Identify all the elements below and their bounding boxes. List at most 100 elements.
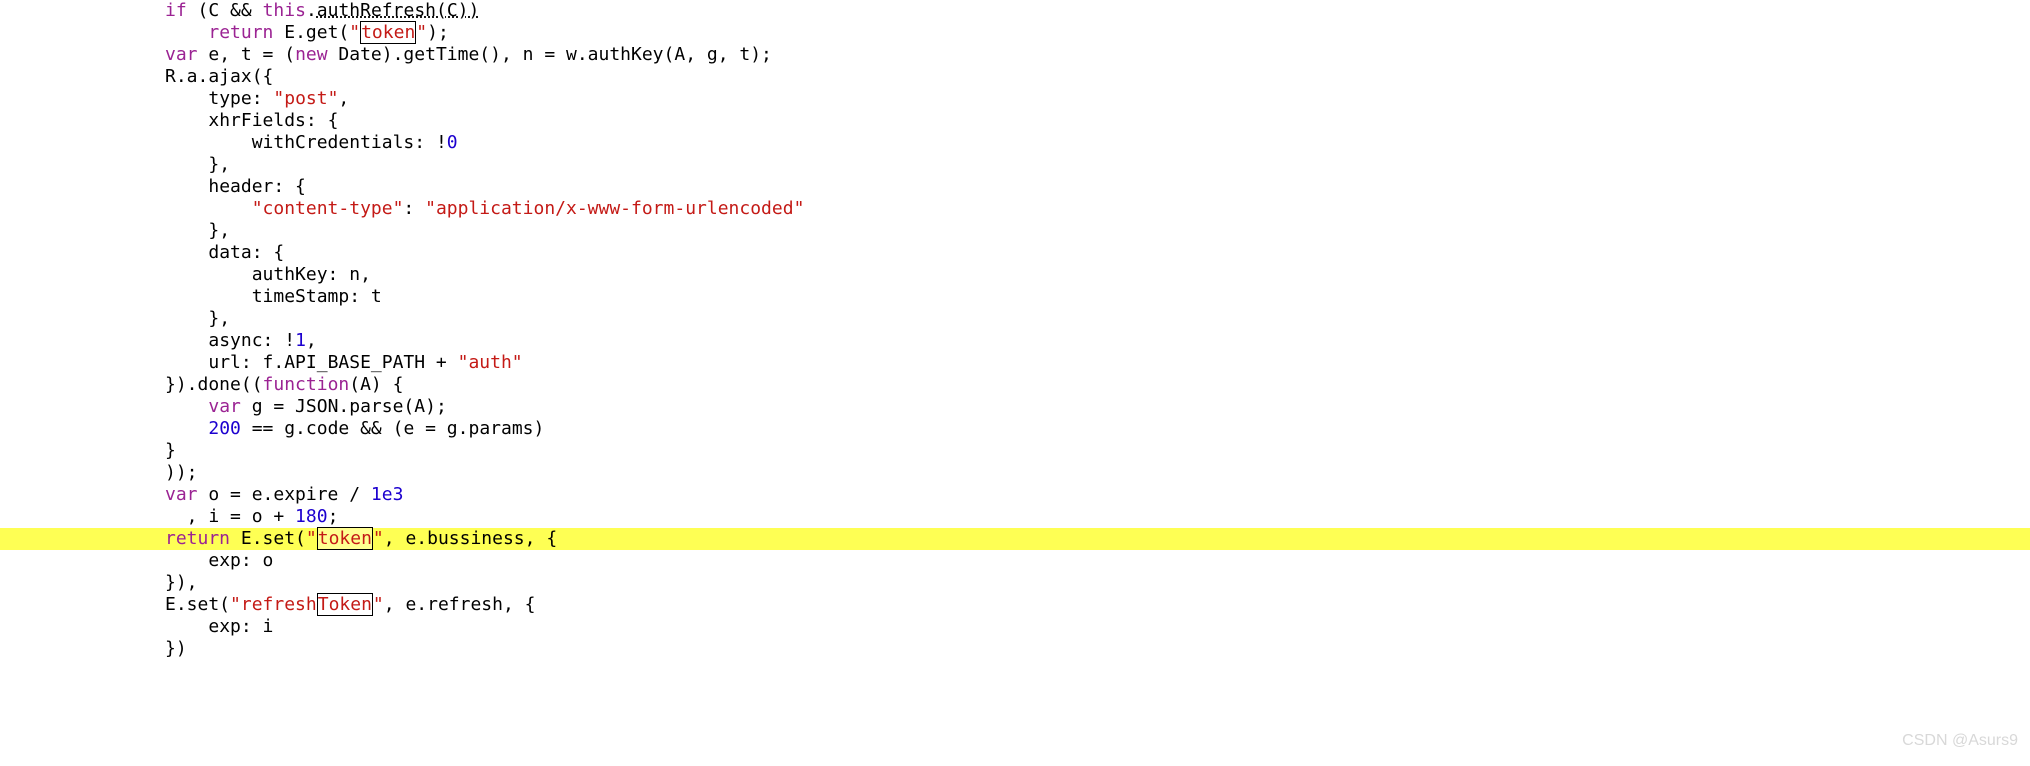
token-pname: exp: o bbox=[208, 550, 273, 571]
token-op: o = e.expire / bbox=[198, 484, 371, 505]
code-line: header: { bbox=[0, 176, 2030, 198]
token-kw: if bbox=[165, 0, 187, 21]
token-kw: function bbox=[263, 374, 350, 395]
code-line: }) bbox=[0, 638, 2030, 660]
token-op: , i = o + bbox=[165, 506, 295, 527]
token-kw: this bbox=[263, 0, 306, 21]
token-op: ; bbox=[328, 506, 339, 527]
token-num: 0 bbox=[447, 132, 458, 153]
token-str: " bbox=[416, 22, 427, 43]
code-line: }, bbox=[0, 220, 2030, 242]
token-op: g = JSON.parse(A); bbox=[241, 396, 447, 417]
token-str: "refresh bbox=[230, 594, 317, 615]
code-line: url: f.API_BASE_PATH + "auth" bbox=[0, 352, 2030, 374]
code-line: xhrFields: { bbox=[0, 110, 2030, 132]
token-op: }), bbox=[165, 572, 198, 593]
code-line: }, bbox=[0, 154, 2030, 176]
code-line: return E.get("token"); bbox=[0, 22, 2030, 44]
code-line: async: !1, bbox=[0, 330, 2030, 352]
token-pname: header: { bbox=[208, 176, 306, 197]
token-pname: exp: i bbox=[208, 616, 273, 637]
token-op: }, bbox=[208, 220, 230, 241]
token-pname: xhrFields: { bbox=[208, 110, 338, 131]
token-op: }, bbox=[208, 154, 230, 175]
token-str: "application/x-www-form-urlencoded" bbox=[425, 198, 804, 219]
code-line: "content-type": "application/x-www-form-… bbox=[0, 198, 2030, 220]
token-str: "content-type" bbox=[252, 198, 404, 219]
token-op: ! bbox=[284, 330, 295, 351]
token-op: }) bbox=[165, 638, 187, 659]
token-op: : bbox=[403, 198, 425, 219]
token-str: " bbox=[349, 22, 360, 43]
code-line: withCredentials: !0 bbox=[0, 132, 2030, 154]
token-str: " bbox=[373, 528, 384, 549]
token-str: "auth" bbox=[458, 352, 523, 373]
token-pname: withCredentials: bbox=[252, 132, 436, 153]
token-op: E.set( bbox=[230, 528, 306, 549]
code-line: , i = o + 180; bbox=[0, 506, 2030, 528]
token-kw: return bbox=[208, 22, 273, 43]
code-line: return E.set("token", e.bussiness, { bbox=[0, 528, 2030, 550]
token-str: "post" bbox=[273, 88, 338, 109]
token-op: (e = g.params) bbox=[382, 418, 545, 439]
token-num: 180 bbox=[295, 506, 328, 527]
token-str: " bbox=[373, 594, 384, 615]
code-line: }, bbox=[0, 308, 2030, 330]
token-num: 200 bbox=[208, 418, 241, 439]
token-op: E.set( bbox=[165, 594, 230, 615]
code-line: exp: i bbox=[0, 616, 2030, 638]
code-line: 200 == g.code && (e = g.params) bbox=[0, 418, 2030, 440]
token-op: (A) { bbox=[349, 374, 403, 395]
code-line: timeStamp: t bbox=[0, 286, 2030, 308]
token-pname: data: { bbox=[208, 242, 284, 263]
code-line: } bbox=[0, 440, 2030, 462]
token-box: token bbox=[360, 21, 416, 44]
token-op: && bbox=[230, 0, 252, 21]
code-line: exp: o bbox=[0, 550, 2030, 572]
token-op: E.get( bbox=[273, 22, 349, 43]
token-op: , e.bussiness, { bbox=[384, 528, 557, 549]
code-line: authKey: n, bbox=[0, 264, 2030, 286]
token-op: && bbox=[360, 418, 382, 439]
token-num: 1 bbox=[295, 330, 306, 351]
token-box-hl: token bbox=[317, 527, 373, 550]
code-line: R.a.ajax({ bbox=[0, 66, 2030, 88]
token-op: Date).getTime(), n = w.authKey(A, g, t); bbox=[328, 44, 772, 65]
token-op: . bbox=[306, 0, 317, 21]
code-line: type: "post", bbox=[0, 88, 2030, 110]
token-pname: type: bbox=[208, 88, 273, 109]
watermark: CSDN @Asurs9 bbox=[1902, 730, 2018, 752]
code-line: var g = JSON.parse(A); bbox=[0, 396, 2030, 418]
code-block: if (C && this.authRefresh(C)) return E.g… bbox=[0, 0, 2030, 660]
token-pname: authKey: n, bbox=[252, 264, 371, 285]
token-box: Token bbox=[317, 593, 373, 616]
code-line: data: { bbox=[0, 242, 2030, 264]
token-kw: return bbox=[165, 528, 230, 549]
token-op: , e.refresh, { bbox=[384, 594, 536, 615]
token-op: )); bbox=[165, 462, 198, 483]
token-kw: var bbox=[165, 484, 198, 505]
token-kw: var bbox=[208, 396, 241, 417]
token-op: ); bbox=[427, 22, 449, 43]
token-op: e, t = ( bbox=[198, 44, 296, 65]
code-line: }).done((function(A) { bbox=[0, 374, 2030, 396]
token-str: " bbox=[306, 528, 317, 549]
token-op: (C bbox=[187, 0, 230, 21]
token-op: }).done(( bbox=[165, 374, 263, 395]
token-op: , bbox=[338, 88, 349, 109]
token-op: R.a.ajax({ bbox=[165, 66, 273, 87]
code-line: }), bbox=[0, 572, 2030, 594]
token-num: 1e3 bbox=[371, 484, 404, 505]
code-line: if (C && this.authRefresh(C)) bbox=[0, 0, 2030, 22]
token-pname: async: bbox=[208, 330, 284, 351]
token-op: } bbox=[165, 440, 176, 461]
token-und: authRefresh(C)) bbox=[317, 0, 480, 21]
token-pname: url: f.API_BASE_PATH + bbox=[208, 352, 457, 373]
token-op: ! bbox=[436, 132, 447, 153]
code-line: var e, t = (new Date).getTime(), n = w.a… bbox=[0, 44, 2030, 66]
token-op: == g.code bbox=[241, 418, 360, 439]
code-line: )); bbox=[0, 462, 2030, 484]
token-op: }, bbox=[208, 308, 230, 329]
token-kw: var bbox=[165, 44, 198, 65]
token-kw: new bbox=[295, 44, 328, 65]
